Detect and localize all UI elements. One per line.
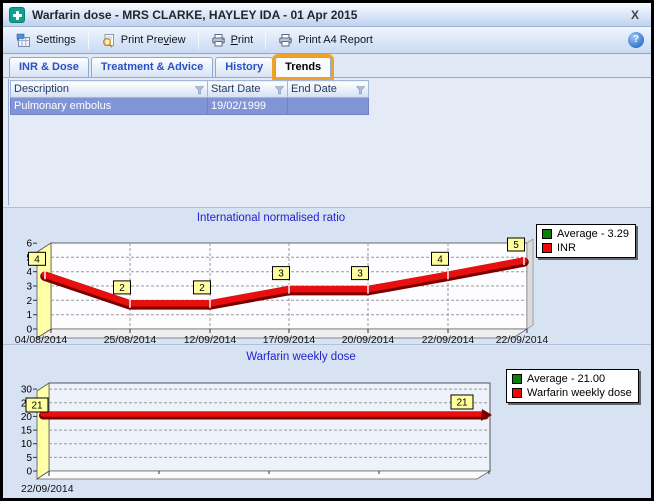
svg-text:2: 2 [199,283,205,294]
conditions-grid: Description Start Date End Date Pulmonar… [8,79,649,205]
print-a4-label: Print A4 Report [298,34,373,46]
svg-text:15: 15 [21,426,33,437]
svg-text:4: 4 [437,254,443,265]
print-a4-icon [278,33,293,48]
tab-trends[interactable]: Trends [275,57,331,77]
svg-text:5: 5 [513,240,519,251]
filter-funnel-icon[interactable] [275,86,284,95]
title-bar: Warfarin dose - MRS CLARKE, HAYLEY IDA -… [3,3,651,27]
svg-text:3: 3 [357,269,363,280]
cell-end-date [288,98,369,115]
table-header-row: Description Start Date End Date [11,81,369,98]
dose-chart: Warfarin weekly dose 0 5 10 15 20 25 30 [3,345,651,498]
legend-item-average: Average - 3.29 [542,228,629,240]
conditions-table: Description Start Date End Date Pulmonar… [10,80,369,115]
column-header-end-date[interactable]: End Date [288,81,369,98]
application-window: Warfarin dose - MRS CLARKE, HAYLEY IDA -… [0,0,654,501]
svg-text:0: 0 [26,467,32,478]
app-cross-icon [9,7,25,23]
tab-bar: INR & Dose Treatment & Advice History Tr… [3,54,651,77]
toolbar-separator [198,31,199,49]
filter-funnel-icon[interactable] [195,86,204,95]
toolbar-separator [265,31,266,49]
window-body: Warfarin dose - MRS CLARKE, HAYLEY IDA -… [3,3,651,498]
inr-swatch-icon [542,243,552,253]
window-title: Warfarin dose - MRS CLARKE, HAYLEY IDA -… [32,8,625,22]
svg-text:10: 10 [21,439,33,450]
legend-item-inr: INR [542,242,629,254]
column-header-start-date[interactable]: Start Date [208,81,288,98]
column-header-description[interactable]: Description [11,81,208,98]
svg-text:20: 20 [21,412,33,423]
svg-text:21: 21 [31,401,43,412]
print-label: Print [231,34,254,46]
dose-chart-title: Warfarin weekly dose [246,351,356,363]
print-preview-button[interactable]: Print Preview [92,29,195,52]
dose-x-axis: 22/09/2014 [21,483,74,495]
toolbar: Settings Print Preview Print [3,27,651,54]
cell-start-date: 19/02/1999 [208,98,288,115]
svg-text:2: 2 [119,283,125,294]
settings-button[interactable]: Settings [7,29,85,52]
svg-text:21: 21 [456,398,468,409]
conditions-panel: Description Start Date End Date Pulmonar… [3,77,651,207]
svg-text:30: 30 [21,385,33,396]
filter-funnel-icon[interactable] [356,86,365,95]
print-preview-icon [101,33,116,48]
print-button[interactable]: Print [202,29,263,52]
help-button[interactable]: ? [628,32,644,48]
tab-treatment-advice[interactable]: Treatment & Advice [91,57,213,77]
tab-history[interactable]: History [215,57,273,77]
print-icon [211,33,226,48]
average-swatch-icon [542,229,552,239]
print-preview-label: Print Preview [121,34,186,46]
settings-icon [16,33,31,48]
svg-text:6: 6 [26,239,32,250]
dose-chart-panel: Warfarin weekly dose 0 5 10 15 20 25 30 [3,344,651,498]
legend-item-average: Average - 21.00 [512,373,632,385]
svg-text:1: 1 [26,310,32,321]
svg-text:3: 3 [278,269,284,280]
svg-text:2: 2 [26,296,32,307]
svg-text:3: 3 [26,282,32,293]
average-swatch-icon [512,374,522,384]
inr-chart-title: International normalised ratio [197,212,345,224]
svg-text:5: 5 [26,453,32,464]
table-row[interactable]: Pulmonary embolus 19/02/1999 [11,98,369,115]
inr-chart-panel: International normalised ratio 0 1 2 [3,207,651,344]
inr-legend: Average - 3.29 INR [536,224,636,258]
cell-description: Pulmonary embolus [11,98,208,115]
toolbar-separator [88,31,89,49]
print-a4-report-button[interactable]: Print A4 Report [269,29,382,52]
legend-item-dose: Warfarin weekly dose [512,387,632,399]
svg-text:4: 4 [26,267,32,278]
dose-legend: Average - 21.00 Warfarin weekly dose [506,369,639,403]
svg-text:4: 4 [34,254,40,265]
tab-inr-and-dose[interactable]: INR & Dose [9,57,89,77]
dose-swatch-icon [512,388,522,398]
settings-label: Settings [36,34,76,46]
close-button[interactable]: X [625,8,645,22]
